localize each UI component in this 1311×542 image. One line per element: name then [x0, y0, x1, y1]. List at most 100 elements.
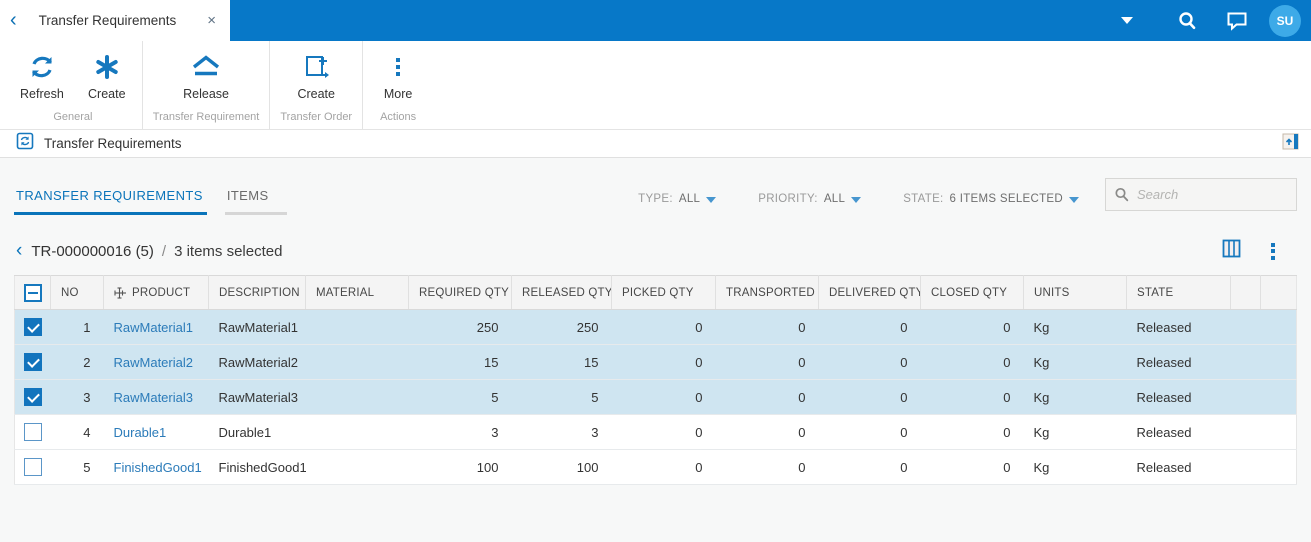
cell-no: 1 — [50, 309, 104, 345]
column-header-units[interactable]: UNITS — [1023, 275, 1127, 310]
view-tabs: TRANSFER REQUIREMENTS ITEMS — [14, 184, 287, 215]
page-title: Transfer Requirements — [44, 136, 182, 151]
product-link[interactable]: FinishedGood1 — [114, 460, 202, 475]
cell-closed-qty: 0 — [920, 449, 1024, 485]
more-button[interactable]: More — [369, 47, 427, 104]
back-chevron-icon[interactable]: ‹ — [0, 10, 25, 32]
group-label-actions: Actions — [380, 111, 417, 123]
cell-material — [305, 379, 409, 415]
column-header-material[interactable]: MATERIAL — [305, 275, 409, 310]
column-header-required-qty[interactable]: REQUIRED QTY — [408, 275, 512, 310]
column-chooser-icon[interactable] — [1222, 239, 1241, 263]
search-box — [1105, 178, 1297, 211]
table-row[interactable]: 5 FinishedGood1 FinishedGood1 100 100 0 … — [14, 449, 1297, 485]
cell-released-qty: 5 — [511, 379, 612, 415]
cell-picked-qty: 0 — [611, 414, 716, 450]
transfer-requirements-module-icon — [16, 132, 34, 155]
cell-required-qty: 3 — [408, 414, 512, 450]
ribbon-group-general: Refresh Create General — [4, 41, 143, 129]
tab-items[interactable]: ITEMS — [224, 184, 287, 215]
document-tab[interactable]: Transfer Requirements × — [25, 12, 230, 29]
search-icon[interactable] — [1169, 3, 1205, 39]
select-all-checkbox[interactable] — [23, 283, 42, 302]
expand-panel-icon[interactable] — [1282, 133, 1299, 155]
more-dots-icon — [396, 49, 401, 85]
breadcrumb-selection-count: 3 items selected — [174, 242, 283, 260]
feedback-chat-icon[interactable] — [1219, 3, 1255, 39]
cell-transported-qty: 0 — [715, 344, 819, 380]
ribbon-group-transfer-requirement: Release Transfer Requirement — [143, 41, 271, 129]
type-filter-label: TYPE: — [638, 193, 673, 205]
cell-product: FinishedGood1 — [103, 449, 209, 485]
cell-transported-qty: 0 — [715, 449, 819, 485]
cell-released-qty: 3 — [511, 414, 612, 450]
ribbon-group-actions: More Actions — [363, 41, 433, 129]
row-checkbox[interactable] — [23, 458, 42, 476]
state-filter-label: STATE: — [903, 193, 944, 205]
product-link[interactable]: Durable1 — [114, 425, 167, 440]
chevron-down-icon[interactable] — [1121, 17, 1133, 24]
type-filter[interactable]: TYPE: ALL — [638, 193, 717, 205]
create-button[interactable]: Create — [78, 47, 136, 104]
cell-released-qty: 100 — [511, 449, 612, 485]
column-header-delivered-qty[interactable]: DELIVERED QTY — [818, 275, 921, 310]
column-header-description[interactable]: DESCRIPTION — [208, 275, 306, 310]
state-filter-value: 6 ITEMS SELECTED — [949, 193, 1063, 205]
create-transfer-order-button[interactable]: Create — [287, 47, 345, 104]
avatar[interactable]: SU — [1269, 4, 1301, 37]
column-header-released-qty[interactable]: RELEASED QTY — [511, 275, 612, 310]
ribbon-toolbar: Refresh Create General Release Transfer … — [0, 41, 1311, 130]
cell-delivered-qty: 0 — [818, 344, 921, 380]
product-link[interactable]: RawMaterial1 — [114, 320, 193, 335]
product-link[interactable]: RawMaterial2 — [114, 355, 193, 370]
cell-picked-qty: 0 — [611, 309, 716, 345]
row-checkbox[interactable] — [23, 318, 42, 336]
column-header-closed-qty[interactable]: CLOSED QTY — [920, 275, 1024, 310]
row-checkbox[interactable] — [23, 388, 42, 406]
more-label: More — [383, 87, 413, 101]
create-label: Create — [88, 87, 126, 101]
column-header-empty — [1260, 275, 1297, 310]
cell-units: Kg — [1023, 309, 1127, 345]
cell-units: Kg — [1023, 449, 1127, 485]
document-tab-title: Transfer Requirements — [38, 13, 177, 28]
cell-state: Released — [1126, 344, 1231, 380]
cell-closed-qty: 0 — [920, 309, 1024, 345]
table-row[interactable]: 3 RawMaterial3 RawMaterial3 5 5 0 0 0 0 … — [14, 379, 1297, 415]
breadcrumb: ‹ TR-000000016 (5) / 3 items selected — [14, 239, 1297, 263]
row-checkbox[interactable] — [23, 353, 42, 371]
breadcrumb-back-icon[interactable]: ‹ — [16, 241, 22, 260]
table-row[interactable]: 1 RawMaterial1 RawMaterial1 250 250 0 0 … — [14, 309, 1297, 345]
refresh-button[interactable]: Refresh — [10, 47, 74, 104]
topbar-tab-zone: ‹ Transfer Requirements × — [0, 0, 230, 41]
table-row[interactable]: 4 Durable1 Durable1 3 3 0 0 0 0 Kg Relea… — [14, 414, 1297, 450]
state-filter[interactable]: STATE: 6 ITEMS SELECTED — [903, 193, 1079, 205]
table-header-row: NO PRODUCT DESCRIPTION MATERIAL REQUIRED… — [14, 275, 1297, 310]
close-icon[interactable]: × — [205, 12, 218, 29]
cell-transported-qty: 0 — [715, 309, 819, 345]
priority-filter[interactable]: PRIORITY: ALL — [758, 193, 862, 205]
release-button[interactable]: Release — [163, 47, 249, 104]
priority-filter-value: ALL — [823, 193, 846, 205]
column-header-state[interactable]: STATE — [1126, 275, 1231, 310]
grid-more-options-icon[interactable] — [1271, 242, 1275, 260]
cell-released-qty: 15 — [511, 344, 612, 380]
cell-delivered-qty: 0 — [818, 414, 921, 450]
release-icon — [189, 49, 223, 85]
type-filter-value: ALL — [678, 193, 701, 205]
chevron-down-icon — [706, 196, 717, 203]
cell-description: RawMaterial2 — [208, 344, 306, 380]
column-header-transported-qty[interactable]: TRANSPORTED QT — [715, 275, 819, 310]
column-header-product[interactable]: PRODUCT — [103, 275, 209, 310]
column-header-no[interactable]: NO — [50, 275, 104, 310]
cell-product: Durable1 — [103, 414, 209, 450]
product-link[interactable]: RawMaterial3 — [114, 390, 193, 405]
row-checkbox[interactable] — [23, 423, 42, 441]
cell-no: 5 — [50, 449, 104, 485]
tab-transfer-requirements[interactable]: TRANSFER REQUIREMENTS — [14, 184, 207, 215]
table-row[interactable]: 2 RawMaterial2 RawMaterial2 15 15 0 0 0 … — [14, 344, 1297, 380]
ribbon-group-transfer-order: Create Transfer Order — [270, 41, 364, 129]
search-icon — [1114, 187, 1130, 203]
search-input[interactable] — [1137, 187, 1287, 202]
column-header-picked-qty[interactable]: PICKED QTY — [611, 275, 716, 310]
